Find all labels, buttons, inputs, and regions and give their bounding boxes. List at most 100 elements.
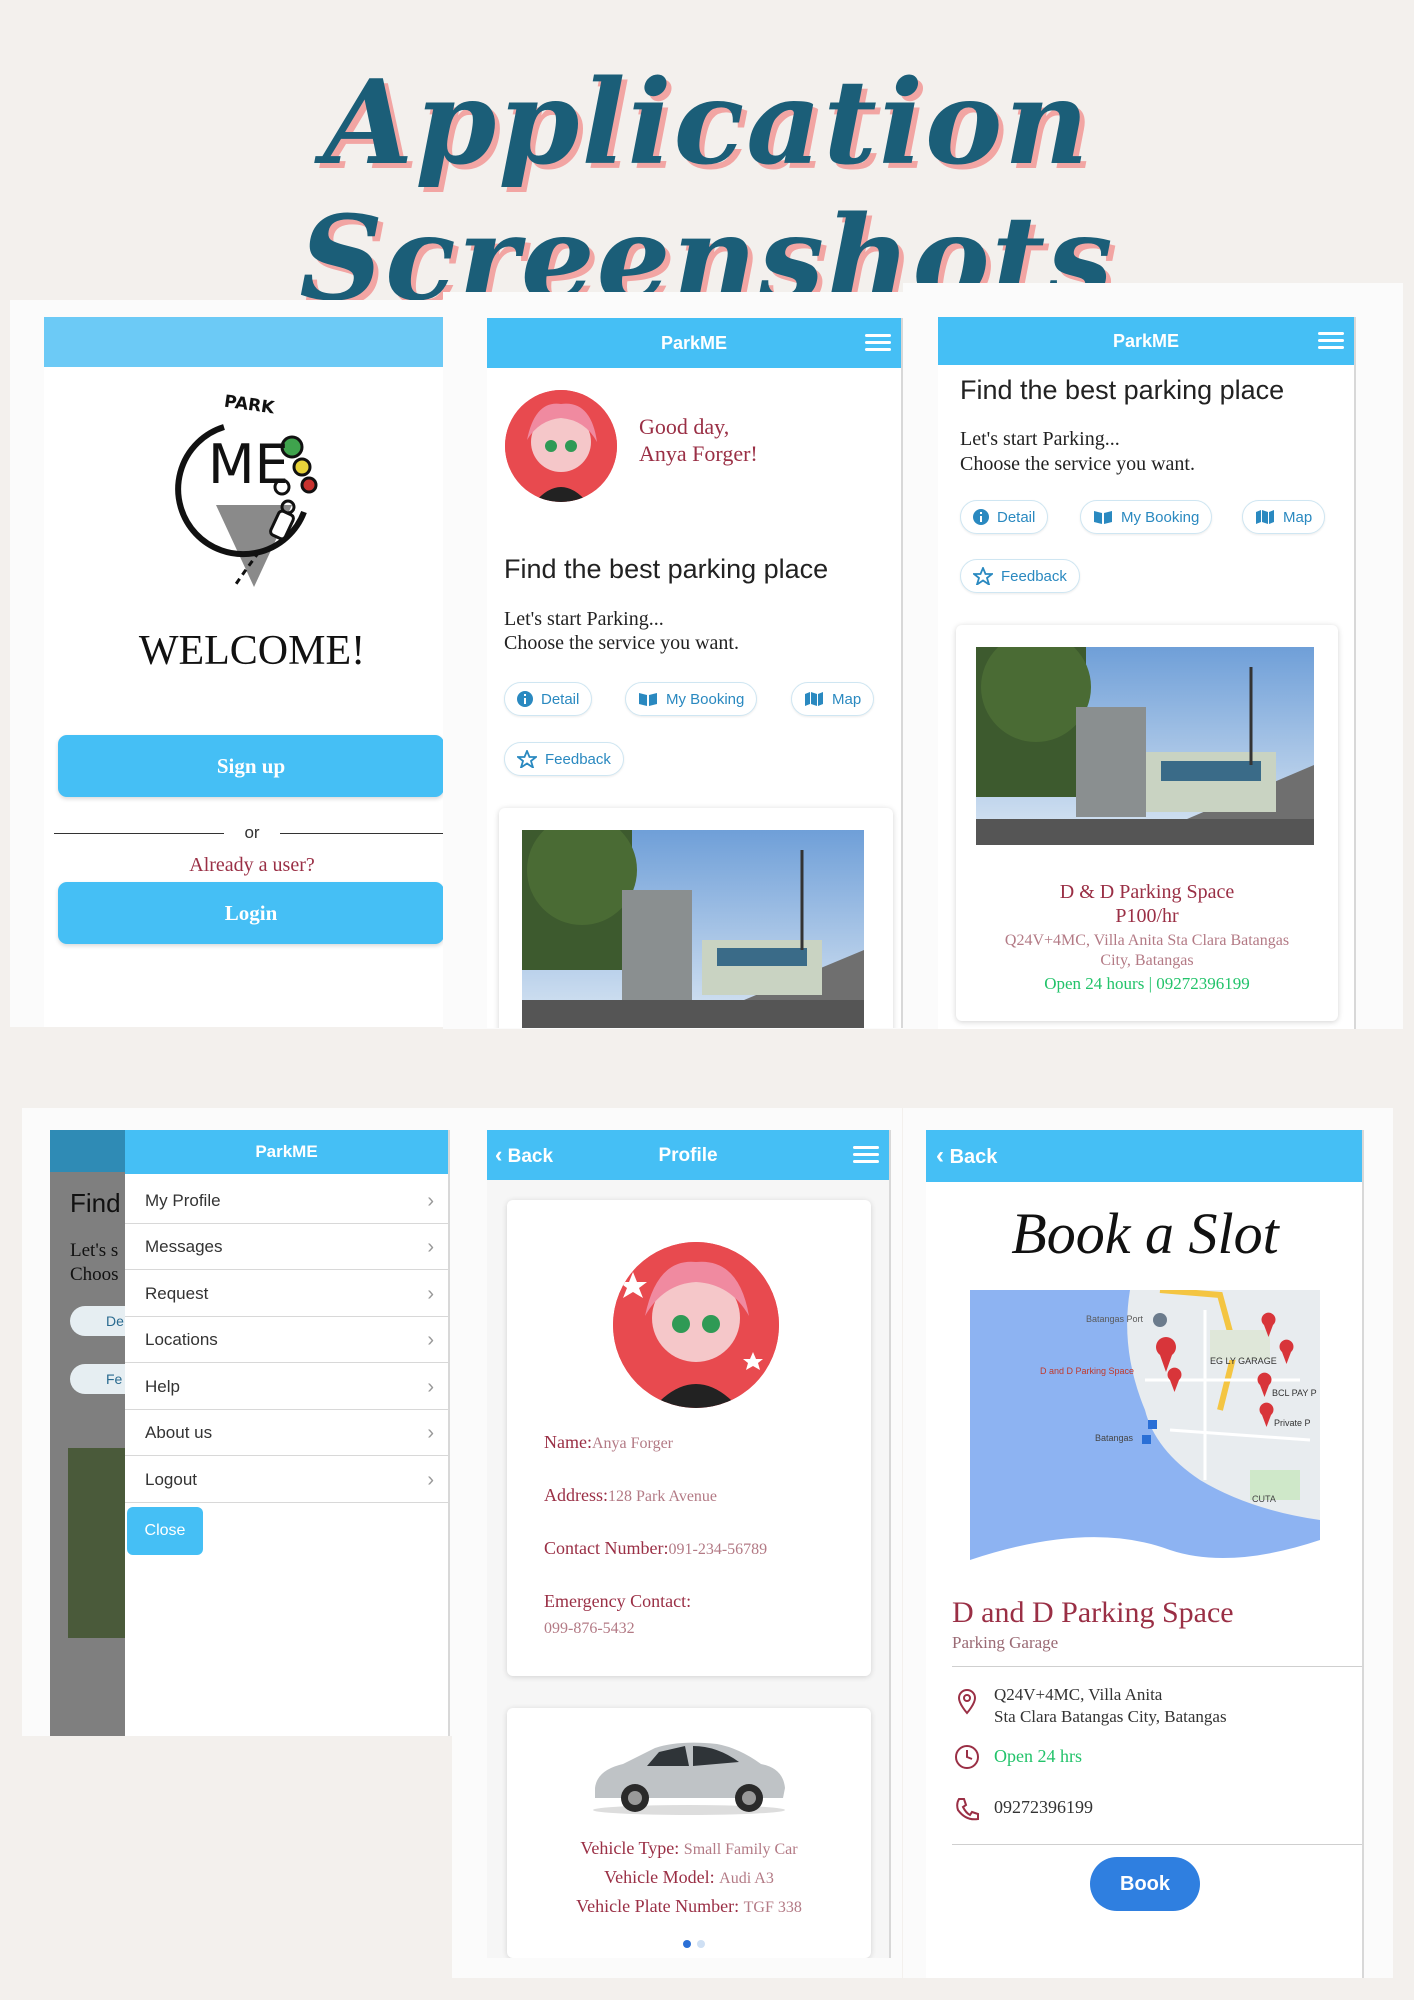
home-subtitle-1: Let's start Parking... [504, 608, 664, 630]
greeting-line1: Good day, [639, 414, 730, 439]
place-name: D & D Parking Space [1059, 881, 1235, 903]
chevron-right-icon: › [427, 1329, 434, 1351]
top-bar: ‹ Back Profile [487, 1130, 889, 1180]
location-map[interactable]: Batangas Port EG LY GARAGE D and D Parki… [970, 1290, 1320, 1580]
top-bar [44, 317, 458, 367]
star-icon [973, 567, 993, 585]
avatar [505, 390, 617, 502]
welcome-screen: PARK ME WELCOME! Sign up or Already a us… [44, 317, 460, 1027]
info-icon [517, 691, 533, 707]
home-heading: Find the best parking place [504, 554, 829, 584]
map-label-dd: D and D Parking Space [1040, 1366, 1135, 1376]
top-bar: ‹ Back [926, 1130, 1362, 1182]
feedback-chip[interactable]: Feedback [960, 559, 1080, 593]
avatar [613, 1242, 779, 1408]
signup-button[interactable]: Sign up [58, 735, 444, 797]
listing-subtitle-2: Choose the service you want. [960, 453, 1195, 475]
name-field: Name:Anya Forger [544, 1432, 674, 1452]
menu-icon[interactable] [865, 334, 891, 352]
vehicle-card: Vehicle Type: Small Family Car Vehicle M… [507, 1708, 871, 1958]
map-icon [805, 692, 823, 706]
contact-field: Contact Number:091-234-56789 [544, 1538, 768, 1558]
listing-screen: ParkME Find the best parking place Let's… [938, 317, 1356, 1029]
phone-icon [954, 1796, 980, 1827]
parking-card[interactable] [499, 808, 893, 1028]
menu-item-about-us[interactable]: About us › [125, 1410, 448, 1456]
profile-screen: ‹ Back Profile Name:Anya Forger Address:… [487, 1130, 891, 1958]
parking-photo [976, 647, 1314, 845]
listing-subtitle-1: Let's start Parking... [960, 428, 1120, 450]
home-subtitle-2: Choose the service you want. [504, 632, 739, 654]
bg-lets: Let's s [70, 1240, 119, 1261]
chevron-right-icon: › [427, 1190, 434, 1212]
side-menu: ParkME My Profile › Messages › Request › Lo… [125, 1130, 448, 1736]
menu-item-my-profile[interactable]: My Profile › [125, 1178, 448, 1224]
back-button[interactable]: ‹ Back [495, 1130, 553, 1182]
bg-find: Find [70, 1188, 121, 1218]
booking-heading: Book a Slot [1011, 1201, 1279, 1266]
phone-text: 09272396199 [994, 1797, 1093, 1817]
parkme-logo: PARK ME [164, 387, 344, 597]
pager-dots [683, 1940, 707, 1948]
my-booking-chip[interactable]: My Booking [1080, 500, 1213, 534]
login-button[interactable]: Login [58, 882, 444, 944]
chevron-right-icon: › [427, 1376, 434, 1398]
menu-item-logout[interactable]: Logout › [125, 1457, 448, 1503]
map-label-private: Private P [1274, 1418, 1311, 1428]
menu-item-request[interactable]: Request › [125, 1271, 448, 1317]
detail-chip[interactable]: Detail [960, 500, 1049, 534]
clock-icon [954, 1744, 980, 1775]
info-icon [973, 509, 989, 525]
menu-item-locations[interactable]: Locations › [125, 1317, 448, 1363]
parking-card[interactable]: D & D Parking Space P100/hr Q24V+4MC, Vi… [956, 625, 1338, 1021]
app-title: ParkME [1112, 331, 1180, 351]
map-label-cuta: CUTA [1252, 1494, 1276, 1504]
top-bar: ParkME [125, 1130, 448, 1174]
map-label-eg: EG LY GARAGE [1210, 1356, 1277, 1366]
place-address-2: City, Batangas [1100, 952, 1194, 969]
menu-item-messages[interactable]: Messages › [125, 1224, 448, 1270]
book-button[interactable]: Book [1090, 1857, 1200, 1911]
menu-item-help[interactable]: Help › [125, 1364, 448, 1410]
place-type: Parking Garage [952, 1633, 1059, 1652]
greeting-line2: Anya Forger! [639, 441, 758, 466]
map-chip[interactable]: Map [791, 682, 875, 716]
map-icon [1256, 510, 1274, 524]
address-field: Address:128 Park Avenue [544, 1485, 718, 1505]
top-bar: ParkME [487, 318, 901, 368]
map-label-port: Batangas Port [1086, 1314, 1144, 1324]
logo-me-text: ME [208, 433, 289, 496]
vehicle-type-field: Vehicle Type: Small Family Car [580, 1838, 798, 1858]
vehicle-model-field: Vehicle Model: Audi A3 [604, 1867, 774, 1887]
listing-heading: Find the best parking place [960, 375, 1285, 405]
chevron-right-icon: › [427, 1469, 434, 1491]
place-hours-phone: Open 24 hours | 09272396199 [1044, 974, 1250, 993]
place-price: P100/hr [1115, 905, 1179, 927]
chevron-left-icon: ‹ [936, 1142, 944, 1169]
top-bar: ParkME [938, 317, 1354, 365]
profile-card: Name:Anya Forger Address:128 Park Avenue… [507, 1200, 871, 1676]
emergency-value: 099-876-5432 [544, 1620, 635, 1637]
app-title: ParkME [255, 1142, 318, 1161]
detail-chip[interactable]: Detail [504, 682, 593, 716]
close-button[interactable]: Close [127, 1507, 203, 1555]
map-chip[interactable]: Map [1242, 500, 1326, 534]
booking-screen: ‹ Back Book a Slot Batangas Port EG LY G… [926, 1130, 1364, 1978]
place-address-1: Q24V+4MC, Villa Anita Sta Clara Batangas [1004, 932, 1290, 949]
profile-title: Profile [658, 1145, 718, 1166]
menu-icon[interactable] [853, 1146, 879, 1164]
chevron-right-icon: › [427, 1422, 434, 1444]
chevron-left-icon: ‹ [495, 1142, 503, 1167]
home-screen: ParkME Good day, Anya Forger! Find the b… [487, 318, 903, 1028]
menu-screen: Find Let's s Choos De Fe ParkME My Profi… [50, 1130, 450, 1736]
emergency-label: Emergency Contact: [544, 1591, 692, 1611]
book-icon [1094, 511, 1112, 524]
feedback-chip[interactable]: Feedback [504, 742, 624, 776]
menu-icon[interactable] [1318, 332, 1344, 350]
back-button[interactable]: ‹ Back [936, 1130, 997, 1183]
address-line-1: Q24V+4MC, Villa Anita [994, 1685, 1163, 1704]
hours-text: Open 24 hrs [994, 1746, 1082, 1766]
my-booking-chip[interactable]: My Booking [625, 682, 758, 716]
parking-photo [522, 830, 864, 1028]
location-pin-icon [956, 1688, 978, 1721]
